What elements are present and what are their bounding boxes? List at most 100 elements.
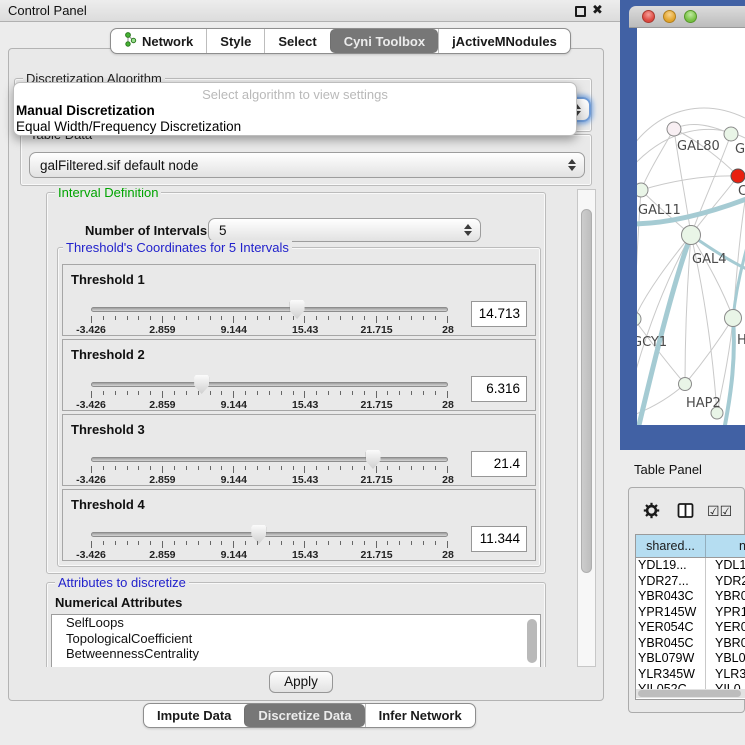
numerical-attributes-list[interactable]: SelfLoopsTopologicalCoefficientBetweenne…: [51, 614, 541, 667]
tab-cyni-toolbox[interactable]: Cyni Toolbox: [330, 29, 438, 53]
slider-tick: [221, 316, 222, 320]
slider-tick: [423, 391, 424, 395]
network-edge: [641, 176, 738, 190]
slider-ticks: [91, 541, 448, 549]
close-icon[interactable]: ✖: [592, 2, 603, 18]
slider-tick: [411, 541, 412, 545]
slider-tick-label: 2.859: [149, 549, 175, 561]
slider-tick-label: 9.144: [221, 474, 247, 486]
threshold-value-field[interactable]: 14.713: [471, 301, 527, 327]
list-item[interactable]: TopologicalCoefficient: [52, 631, 540, 647]
algorithm-option-equal-width[interactable]: Equal Width/Frequency Discretization: [14, 119, 576, 135]
threshold-slider[interactable]: -3.4262.8599.14415.4321.71528: [91, 307, 448, 335]
mac-zoom-icon[interactable]: [684, 10, 697, 23]
slider-tick: [245, 391, 246, 395]
network-node[interactable]: [725, 310, 742, 327]
threshold-label: Threshold 3: [71, 422, 145, 437]
threshold-value-field[interactable]: 21.4: [471, 451, 527, 477]
tab-select[interactable]: Select: [264, 29, 329, 53]
table-horizontal-scrollbar[interactable]: [636, 689, 745, 698]
tab-network[interactable]: Network: [111, 29, 206, 53]
cyni-bottom-tab-bar: Impute DataDiscretize DataInfer Network: [143, 703, 476, 728]
bottom-tab-impute-data[interactable]: Impute Data: [144, 704, 244, 727]
slider-track[interactable]: [91, 457, 448, 462]
slider-tick: [281, 541, 282, 545]
table-row[interactable]: YBL079WYBL0: [636, 651, 745, 667]
network-node[interactable]: [667, 122, 681, 136]
cell-name: YLR3: [706, 667, 745, 683]
network-node[interactable]: [679, 378, 692, 391]
tab-label: jActiveMNodules: [452, 34, 557, 49]
threshold-slider[interactable]: -3.4262.8599.14415.4321.71528: [91, 532, 448, 560]
slider-tick-label: 15.43: [292, 399, 318, 411]
threshold-value-field[interactable]: 11.344: [471, 526, 527, 552]
network-node-label: C: [738, 184, 745, 199]
network-node[interactable]: [724, 127, 738, 141]
gear-icon[interactable]: [643, 502, 660, 519]
column-header-name[interactable]: na: [706, 535, 745, 557]
slider-tick: [304, 541, 305, 548]
slider-tick: [91, 466, 92, 473]
split-table-icon[interactable]: [677, 502, 694, 519]
column-header-shared[interactable]: shared...: [636, 535, 706, 557]
apply-button[interactable]: Apply: [269, 671, 333, 693]
slider-ticks: [91, 466, 448, 474]
table-row[interactable]: YDL19...YDL1: [636, 558, 745, 574]
slider-tick: [269, 316, 270, 320]
tab-style[interactable]: Style: [206, 29, 264, 53]
table-data-combobox[interactable]: galFiltered.sif default node: [29, 152, 585, 178]
network-node-label: GA: [735, 142, 745, 157]
number-of-intervals-combobox[interactable]: 5: [208, 218, 481, 242]
slider-tick: [293, 541, 294, 545]
mac-close-icon[interactable]: [642, 10, 655, 23]
network-node[interactable]: [637, 183, 648, 197]
slider-tick: [364, 466, 365, 470]
slider-tick: [162, 541, 163, 548]
table-horizontal-scrollbar-thumb[interactable]: [638, 690, 741, 697]
network-canvas[interactable]: GAL80GACGAL11GAL4GCY1HHAP2: [637, 28, 745, 425]
network-node[interactable]: [682, 226, 701, 245]
list-item[interactable]: BetweennessCentrality: [52, 646, 540, 662]
table-row[interactable]: YBR045CYBR0: [636, 636, 745, 652]
slider-track[interactable]: [91, 382, 448, 387]
screen: Control Panel ✖ NetworkStyleSelectCyni T…: [0, 0, 745, 745]
network-node[interactable]: [637, 312, 641, 326]
threshold-value-field[interactable]: 6.316: [471, 376, 527, 402]
slider-tick: [257, 466, 258, 470]
checkbox-checked-icon[interactable]: ☑: [707, 503, 720, 519]
float-window-icon[interactable]: [575, 6, 586, 17]
checkbox-checked-icon[interactable]: ☑: [720, 503, 733, 519]
network-view-window[interactable]: GAL80GACGAL11GAL4GCY1HHAP2: [620, 0, 745, 450]
slider-tick: [127, 316, 128, 320]
table-row[interactable]: YBR043CYBR0: [636, 589, 745, 605]
table-row[interactable]: YLR345WYLR3: [636, 667, 745, 683]
table-row[interactable]: YDR27...YDR2: [636, 574, 745, 590]
slider-tick: [91, 391, 92, 398]
tab-label: Cyni Toolbox: [344, 34, 425, 49]
bottom-tab-discretize-data[interactable]: Discretize Data: [244, 704, 364, 727]
list-item[interactable]: SelfLoops: [52, 615, 540, 631]
algorithm-dropdown-hint: Select algorithm to view settings: [14, 86, 576, 103]
network-graph[interactable]: GAL80GACGAL11GAL4GCY1HHAP2: [637, 28, 745, 425]
algorithm-option-manual[interactable]: Manual Discretization: [14, 103, 576, 119]
threshold-slider[interactable]: -3.4262.8599.14415.4321.71528: [91, 457, 448, 485]
table-row[interactable]: YER054CYER0: [636, 620, 745, 636]
slider-track[interactable]: [91, 532, 448, 537]
slider-tick: [138, 466, 139, 470]
threshold-slider[interactable]: -3.4262.8599.14415.4321.71528: [91, 382, 448, 410]
settings-scrollbar-thumb[interactable]: [581, 209, 592, 573]
tab-jactivemnodules[interactable]: jActiveMNodules: [438, 29, 570, 53]
cell-shared-name: YBL079W: [636, 651, 706, 667]
cell-shared-name: YDL19...: [636, 558, 706, 574]
slider-tick: [103, 541, 104, 545]
slider-track[interactable]: [91, 307, 448, 312]
settings-scrollbar[interactable]: [577, 189, 596, 667]
attributes-list-scrollbar[interactable]: [527, 619, 537, 663]
network-node[interactable]: [731, 169, 745, 183]
slider-tick-labels: -3.4262.8599.14415.4321.71528: [91, 549, 448, 561]
bottom-tab-infer-network[interactable]: Infer Network: [365, 704, 475, 727]
slider-tick: [423, 541, 424, 545]
table-row[interactable]: YPR145WYPR1: [636, 605, 745, 621]
network-window-titlebar[interactable]: [629, 6, 745, 28]
mac-minimize-icon[interactable]: [663, 10, 676, 23]
